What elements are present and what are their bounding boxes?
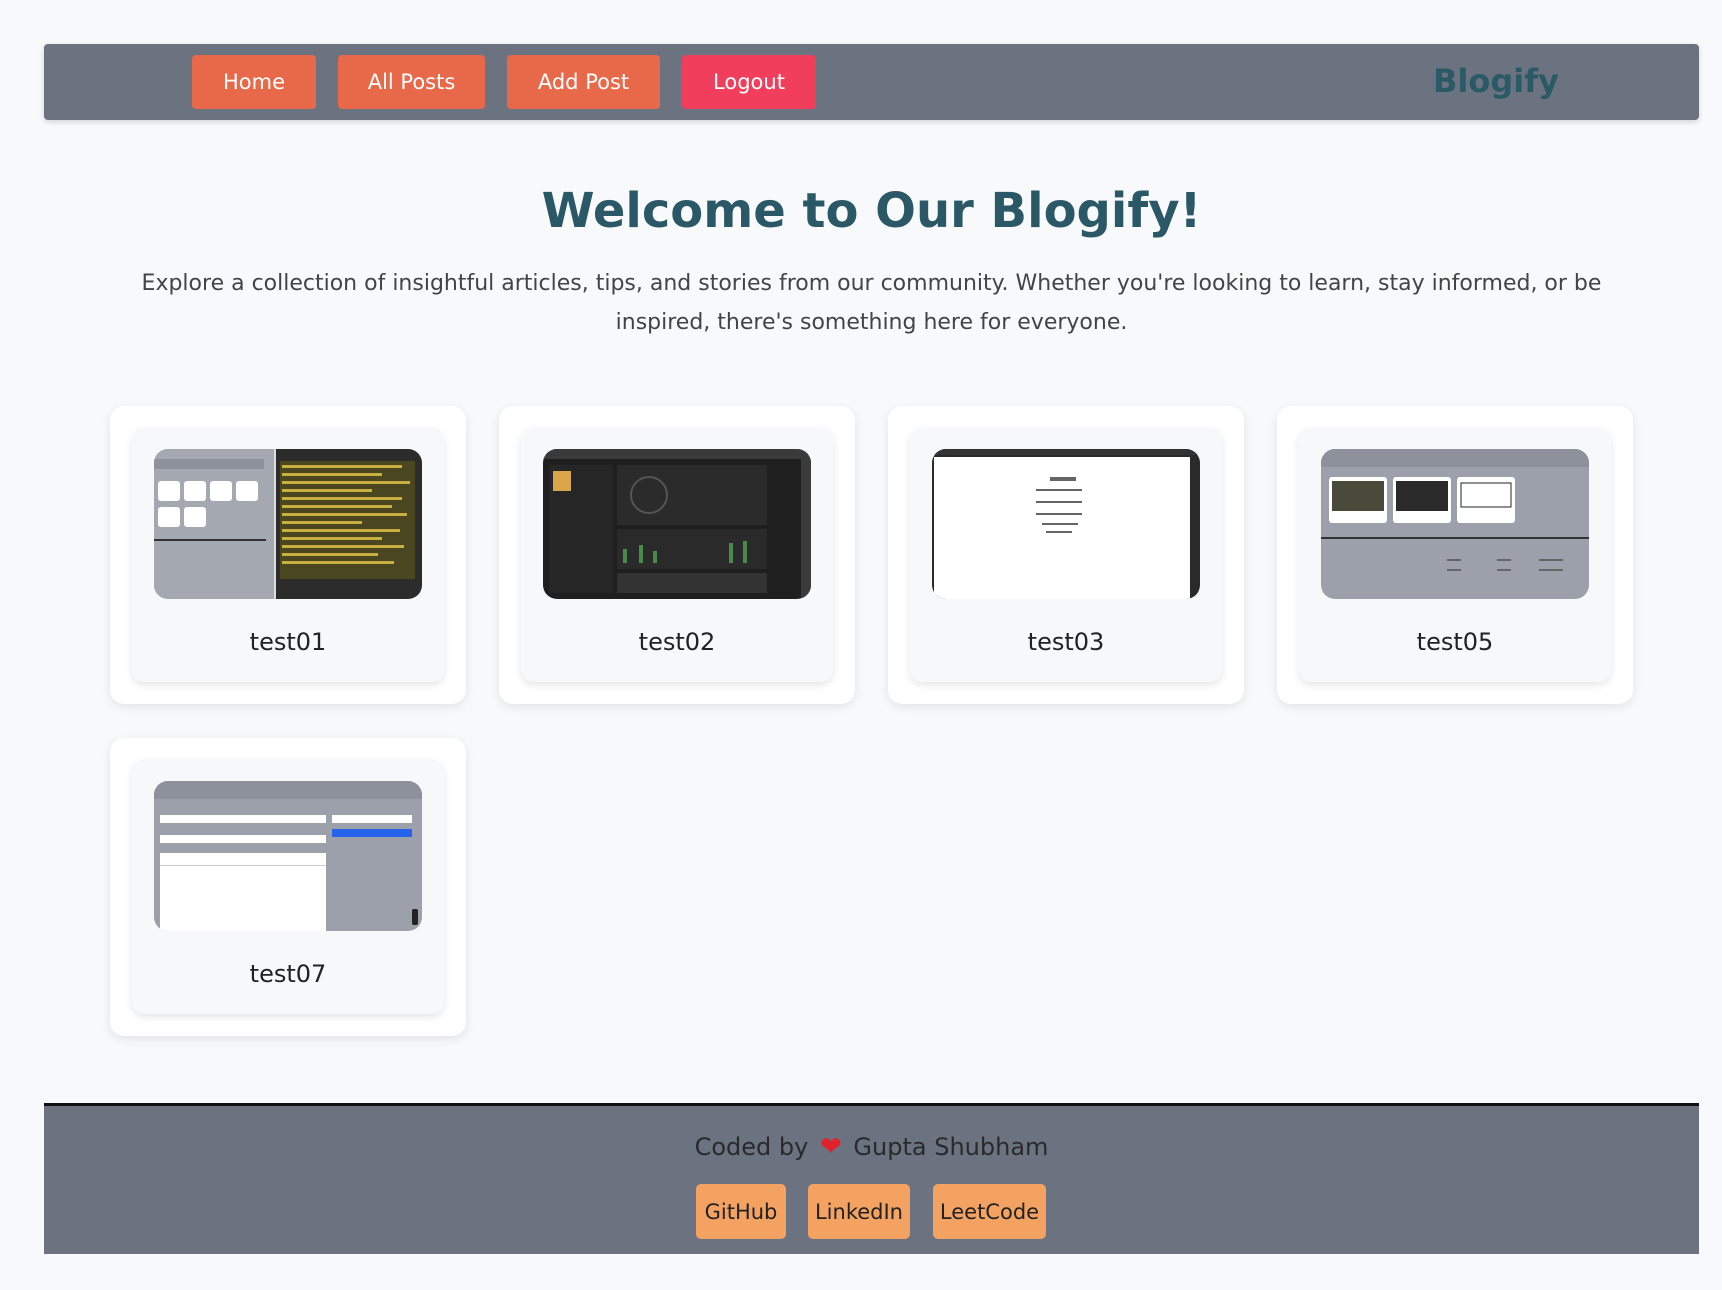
post-title[interactable]: test05 [1299, 628, 1611, 656]
navbar: Home All Posts Add Post Logout Blogify [44, 44, 1699, 120]
post-title[interactable]: test02 [521, 628, 833, 656]
linkedin-button[interactable]: LinkedIn [808, 1184, 910, 1239]
footer: Coded by ❤ Gupta Shubham GitHub LinkedIn… [44, 1103, 1699, 1254]
post-thumbnail[interactable] [932, 449, 1200, 599]
post-card-inner: test03 [910, 428, 1222, 682]
footer-credit: Coded by ❤ Gupta Shubham [44, 1132, 1699, 1162]
post-card-inner: test05 [1299, 428, 1611, 682]
post-card[interactable]: test03 [888, 406, 1244, 704]
post-title[interactable]: test03 [910, 628, 1222, 656]
post-card-inner: test01 [132, 428, 444, 682]
post-card[interactable]: test07 [110, 738, 466, 1036]
post-thumbnail[interactable] [1321, 449, 1589, 599]
nav-home-button[interactable]: Home [192, 55, 316, 109]
post-thumbnail[interactable] [543, 449, 811, 599]
post-title[interactable]: test07 [132, 960, 444, 988]
post-card-inner: test07 [132, 760, 444, 1014]
brand-logo[interactable]: Blogify [1433, 62, 1559, 100]
post-thumbnail[interactable] [154, 781, 422, 931]
nav-all-posts-button[interactable]: All Posts [338, 55, 485, 109]
author-name: Gupta Shubham [853, 1133, 1049, 1161]
page-subtitle: Explore a collection of insightful artic… [141, 271, 1602, 335]
post-title[interactable]: test01 [132, 628, 444, 656]
post-card[interactable]: test01 [110, 406, 466, 704]
post-thumbnail[interactable] [154, 449, 422, 599]
heart-icon: ❤ [819, 1132, 842, 1162]
page-title: Welcome to Our Blogify! [541, 183, 1202, 239]
post-card[interactable]: test02 [499, 406, 855, 704]
post-card-inner: test02 [521, 428, 833, 682]
leetcode-button[interactable]: LeetCode [933, 1184, 1046, 1239]
nav-logout-button[interactable]: Logout [682, 55, 816, 109]
nav-add-post-button[interactable]: Add Post [507, 55, 660, 109]
coded-by-label: Coded by [694, 1133, 809, 1161]
github-button[interactable]: GitHub [696, 1184, 786, 1239]
post-card[interactable]: test05 [1277, 406, 1633, 704]
